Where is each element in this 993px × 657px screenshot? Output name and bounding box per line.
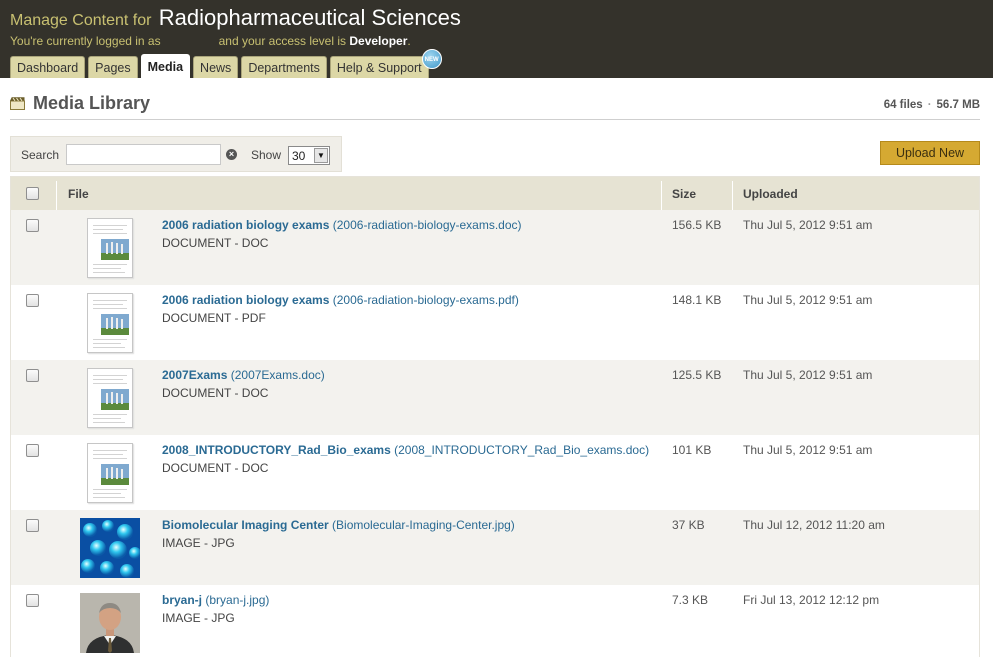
chevron-down-icon[interactable]: ▼ [314,148,328,163]
file-type: DOCUMENT - DOC [162,236,269,250]
table-header: File Size Uploaded [11,177,979,212]
upload-date: Thu Jul 5, 2012 9:51 am [743,368,873,382]
tab-help-support[interactable]: Help & Support NEW [329,49,442,78]
file-link[interactable]: 2007Exams (2007Exams.doc) [162,368,325,382]
search-input[interactable] [66,144,221,165]
site-name: Radiopharmaceutical Sciences [158,5,461,30]
document-thumbnail[interactable] [87,368,133,428]
file-type: IMAGE - JPG [162,536,235,550]
select-all-checkbox[interactable] [26,187,39,200]
main-nav-tabs: Dashboard Pages Media News Departments H… [10,49,442,78]
file-title[interactable]: 2006 radiation biology exams [162,293,329,307]
file-size: 148.1 KB [672,293,722,307]
show-count-select[interactable]: 30 ▼ [288,146,330,165]
row-checkbox[interactable] [26,369,39,382]
table-row[interactable]: 2006 radiation biology exams (2006-radia… [11,285,979,360]
file-title[interactable]: Biomolecular Imaging Center [162,518,329,532]
access-suffix: . [407,34,411,48]
login-prefix: You're currently logged in as [10,34,161,48]
column-divider [56,181,57,212]
tab-pages[interactable]: Pages [88,56,138,78]
media-clapboard-icon [10,97,25,110]
file-size: 37 KB [672,518,705,532]
upload-new-button[interactable]: Upload New [880,141,980,165]
page-title: Media Library [33,93,151,113]
column-divider [732,181,733,212]
show-label: Show [251,148,282,162]
access-prefix: and your access level is [218,34,347,48]
library-stats: 64 files · 56.7 MB [884,99,980,111]
file-size: 7.3 KB [672,593,709,607]
row-checkbox[interactable] [26,294,39,307]
file-link[interactable]: 2006 radiation biology exams (2006-radia… [162,218,522,232]
file-type: DOCUMENT - DOC [162,386,269,400]
site-title: Manage Content for Radiopharmaceutical S… [10,5,461,31]
page-heading: Media Library 64 files · 56.7 MB [10,92,980,120]
table-row[interactable]: 2008_INTRODUCTORY_Rad_Bio_exams (2008_IN… [11,435,979,510]
table-row[interactable]: 2007Exams (2007Exams.doc) DOCUMENT - DOC… [11,360,979,435]
file-link[interactable]: bryan-j (bryan-j.jpg) [162,593,269,607]
top-header-bar: Manage Content for Radiopharmaceutical S… [0,0,993,78]
document-thumbnail[interactable] [87,443,133,503]
file-filename[interactable]: (2008_INTRODUCTORY_Rad_Bio_exams.doc) [394,443,649,457]
file-title[interactable]: 2008_INTRODUCTORY_Rad_Bio_exams [162,443,391,457]
column-header-size[interactable]: Size [672,187,696,201]
access-level: Developer [349,34,408,48]
file-size: 156.5 KB [672,218,722,232]
upload-date: Fri Jul 13, 2012 12:12 pm [743,593,880,607]
new-badge-icon: NEW [421,49,442,69]
search-toolbar: Search × Show 30 ▼ [10,136,342,172]
file-type: IMAGE - JPG [162,611,235,625]
table-row[interactable]: 2006 radiation biology exams (2006-radia… [11,210,979,285]
file-filename[interactable]: (2007Exams.doc) [231,368,325,382]
tab-dashboard[interactable]: Dashboard [10,56,86,78]
file-filename[interactable]: (2006-radiation-biology-exams.pdf) [333,293,519,307]
total-size: 56.7 MB [936,99,980,111]
row-checkbox[interactable] [26,519,39,532]
file-type: DOCUMENT - PDF [162,311,266,325]
row-checkbox[interactable] [26,594,39,607]
upload-date: Thu Jul 5, 2012 9:51 am [743,293,873,307]
row-checkbox[interactable] [26,444,39,457]
tab-departments[interactable]: Departments [241,56,327,78]
portrait-image-thumbnail[interactable] [80,593,140,653]
file-link[interactable]: 2008_INTRODUCTORY_Rad_Bio_exams (2008_IN… [162,443,649,457]
table-row[interactable]: Biomolecular Imaging Center (Biomolecula… [11,510,979,585]
file-title[interactable]: bryan-j [162,593,202,607]
file-size: 101 KB [672,443,712,457]
search-label: Search [21,148,60,162]
media-table: File Size Uploaded 2006 radiation biolog… [10,176,980,657]
file-link[interactable]: 2006 radiation biology exams (2006-radia… [162,293,519,307]
file-link[interactable]: Biomolecular Imaging Center (Biomolecula… [162,518,515,532]
tab-news[interactable]: News [193,56,239,78]
table-row[interactable]: bryan-j (bryan-j.jpg) IMAGE - JPG 7.3 KB… [11,585,979,657]
login-status: You're currently logged in as and your ac… [10,34,411,48]
title-prefix: Manage Content for [10,12,152,29]
file-size: 125.5 KB [672,368,722,382]
molecule-image-thumbnail[interactable] [80,518,140,578]
document-thumbnail[interactable] [87,293,133,353]
file-title[interactable]: 2007Exams [162,368,227,382]
file-filename[interactable]: (bryan-j.jpg) [205,593,269,607]
file-count: 64 files [883,99,923,111]
stats-separator: · [927,99,932,111]
document-thumbnail[interactable] [87,218,133,278]
upload-date: Thu Jul 12, 2012 11:20 am [743,518,885,532]
upload-date: Thu Jul 5, 2012 9:51 am [743,443,873,457]
tab-media[interactable]: Media [140,54,191,78]
file-title[interactable]: 2006 radiation biology exams [162,218,329,232]
upload-date: Thu Jul 5, 2012 9:51 am [743,218,873,232]
show-count-value: 30 [292,149,306,163]
column-header-uploaded[interactable]: Uploaded [743,187,798,201]
clear-search-icon[interactable]: × [226,149,237,160]
tab-help-support-label: Help & Support [336,61,422,75]
file-filename[interactable]: (2006-radiation-biology-exams.doc) [333,218,522,232]
row-checkbox[interactable] [26,219,39,232]
column-header-file[interactable]: File [68,187,89,201]
file-type: DOCUMENT - DOC [162,461,269,475]
column-divider [661,181,662,212]
file-filename[interactable]: (Biomolecular-Imaging-Center.jpg) [332,518,515,532]
